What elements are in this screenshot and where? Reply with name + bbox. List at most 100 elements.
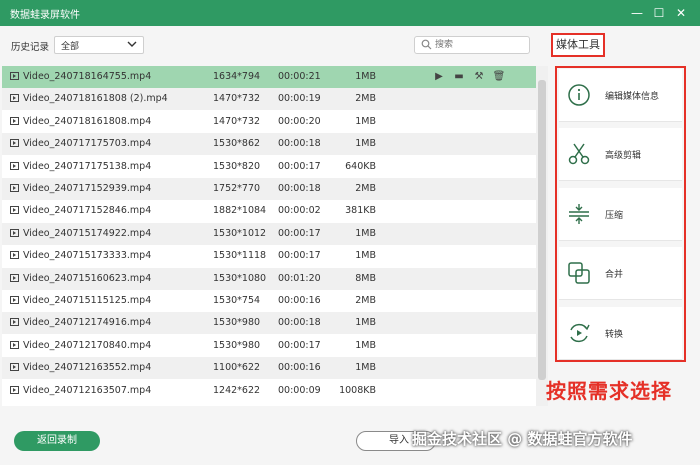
file-resolution: 1530*820	[213, 160, 261, 172]
tool-compress[interactable]: 压缩	[559, 188, 682, 241]
table-row[interactable]: Video_240715174922.mp4 1530*1012 00:00:17 1…	[2, 222, 536, 245]
tool-label: 压缩	[605, 211, 624, 221]
play-icon[interactable]: ▶	[432, 70, 446, 84]
trash-icon[interactable]: 🗑	[492, 70, 506, 84]
video-file-icon	[10, 139, 19, 148]
video-file-icon	[10, 251, 19, 260]
table-row[interactable]: Video_240712170840.mp4 1530*980 00:00:17 1M…	[2, 335, 536, 357]
video-file-icon	[10, 340, 19, 349]
file-duration: 00:00:18	[278, 183, 321, 194]
file-duration: 00:00:21	[278, 71, 321, 82]
file-resolution: 1530*980	[213, 317, 261, 329]
tool-advanced-cut[interactable]: 高级剪辑	[559, 128, 682, 181]
file-duration: 00:00:20	[278, 115, 321, 127]
file-name: Video_240717152939.mp4	[23, 183, 152, 194]
file-size: 1MB	[355, 362, 376, 374]
table-row[interactable]: Video_240718164755.mp4 1634*794 00:00:21 1M…	[2, 66, 536, 88]
tool-label: 转换	[605, 330, 624, 340]
chevron-down-icon	[127, 41, 137, 47]
file-duration: 00:00:16	[278, 295, 321, 306]
table-row[interactable]: Video_240717175138.mp4 1530*820 00:00:17 64…	[2, 156, 536, 178]
file-duration: 00:00:17	[278, 250, 321, 262]
file-resolution: 1530*1012	[213, 227, 267, 239]
table-row[interactable]: Video_240717152939.mp4 1752*770 00:00:18 2M…	[2, 178, 536, 200]
row-actions: ▶ ▬ ⚒ 🗑	[432, 70, 512, 84]
file-duration: 00:01:20	[278, 272, 321, 284]
search-icon	[421, 39, 432, 50]
file-resolution: 1530*980	[213, 339, 261, 351]
file-size: 1MB	[355, 317, 376, 329]
media-tools-title: 媒体工具	[551, 33, 605, 57]
file-duration: 00:00:18	[278, 317, 321, 329]
file-resolution: 1530*1118	[213, 250, 267, 262]
table-row[interactable]: Video_240717175703.mp4 1530*862 00:00:18 1M…	[2, 133, 536, 156]
file-size: 1MB	[355, 339, 376, 351]
table-row[interactable]: Video_240712163507.mp4 1242*622 00:00:09 10…	[2, 380, 536, 402]
file-size: 8MB	[355, 272, 376, 284]
history-label: 历史记录	[11, 42, 50, 53]
file-resolution: 1470*732	[213, 115, 261, 127]
table-row[interactable]: Video_240715160623.mp4 1530*1080 00:01:20 8…	[2, 267, 536, 290]
file-name: Video_240712163552.mp4	[23, 362, 152, 374]
tool-convert[interactable]: 转换	[559, 307, 682, 360]
file-size: 2MB	[355, 295, 376, 306]
table-row[interactable]: Video_240717152846.mp4 1882*1084 00:00:02 3…	[2, 200, 536, 222]
search-input[interactable]	[435, 38, 525, 51]
file-duration: 00:00:18	[278, 138, 321, 150]
table-row[interactable]: Video_240712163552.mp4 1100*622 00:00:16 1M…	[2, 357, 536, 380]
video-file-icon	[10, 318, 19, 327]
merge-icon	[568, 262, 590, 284]
file-size: 2MB	[355, 183, 376, 194]
file-duration: 00:00:17	[278, 160, 321, 172]
scissors-icon	[568, 143, 590, 165]
info-icon	[568, 84, 590, 106]
file-name: Video_240717175703.mp4	[23, 138, 152, 150]
back-to-record-button[interactable]: 返回录制	[14, 431, 100, 451]
file-name: Video_240712170840.mp4	[23, 339, 152, 351]
file-name: Video_240715160623.mp4	[23, 272, 152, 284]
file-duration: 00:00:02	[278, 205, 321, 217]
file-name: Video_240712163507.mp4	[23, 384, 152, 396]
file-resolution: 1530*754	[213, 295, 261, 306]
scrollbar[interactable]	[536, 66, 548, 406]
table-row[interactable]: Video_240718161808 (2).mp4 1470*732 00:00:…	[2, 88, 536, 111]
tool-edit-media-info[interactable]: 编辑媒体信息	[559, 69, 682, 122]
title-bar: 数据蛙录屏软件 — ☐ ✕	[0, 0, 700, 26]
window-title: 数据蛙录屏软件	[10, 10, 80, 21]
video-file-icon	[10, 72, 19, 80]
file-list[interactable]: Video_240718164755.mp4 1634*794 00:00:21 1M…	[2, 66, 536, 406]
scrollbar-thumb[interactable]	[538, 80, 546, 380]
file-duration: 00:00:09	[278, 384, 321, 396]
minimize-icon[interactable]: —	[628, 4, 646, 22]
search-box[interactable]	[414, 36, 530, 54]
tools-icon[interactable]: ⚒	[472, 70, 486, 84]
file-name: Video_240718161808.mp4	[23, 115, 152, 127]
table-row[interactable]: Video_240718161808.mp4 1470*732 00:00:20 1M…	[2, 111, 536, 133]
maximize-icon[interactable]: ☐	[650, 4, 668, 22]
file-resolution: 1470*732	[213, 93, 261, 105]
tool-merge[interactable]: 合并	[559, 247, 682, 300]
table-row[interactable]: Video_240712174916.mp4 1530*980 00:00:18 1M…	[2, 312, 536, 335]
convert-icon	[570, 323, 590, 343]
file-duration: 00:00:19	[278, 93, 321, 105]
filter-select[interactable]: 全部	[54, 36, 144, 54]
annotation-text: 按照需求选择	[546, 379, 672, 403]
video-file-icon	[10, 273, 19, 282]
file-duration: 00:00:16	[278, 362, 321, 374]
video-file-icon	[10, 363, 19, 372]
folder-icon[interactable]: ▬	[452, 70, 466, 84]
tool-label: 高级剪辑	[605, 151, 642, 161]
file-duration: 00:00:17	[278, 339, 321, 351]
video-file-icon	[10, 161, 19, 170]
file-duration: 00:00:17	[278, 227, 321, 239]
file-name: Video_240718164755.mp4	[23, 71, 152, 82]
file-name: Video_240717152846.mp4	[23, 205, 152, 217]
close-icon[interactable]: ✕	[672, 4, 690, 22]
table-row[interactable]: Video_240715115125.mp4 1530*754 00:00:16 2M…	[2, 290, 536, 312]
watermark: 掘金技术社区 @ 数据蛙官方软件	[412, 430, 633, 448]
filter-value: 全部	[61, 42, 80, 52]
file-resolution: 1882*1084	[213, 205, 267, 217]
file-name: Video_240715173333.mp4	[23, 250, 152, 262]
video-file-icon	[10, 184, 19, 192]
table-row[interactable]: Video_240715173333.mp4 1530*1118 00:00:17 1…	[2, 245, 536, 267]
